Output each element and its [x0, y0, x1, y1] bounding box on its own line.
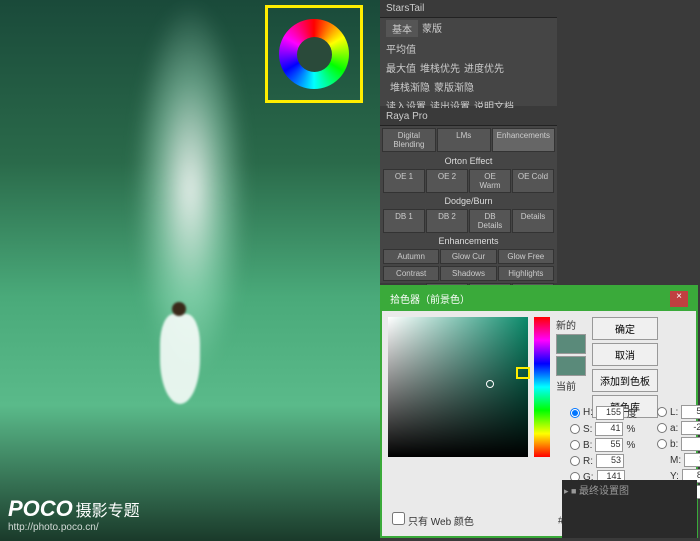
st-prog[interactable]: 进度优先	[464, 60, 504, 75]
hue-highlight	[516, 367, 530, 379]
b2-radio[interactable]	[657, 439, 667, 449]
watermark: POCO 摄影专题 http://photo.poco.cn/	[8, 496, 140, 533]
h-radio[interactable]	[570, 408, 580, 418]
st-sf[interactable]: 堆栈渐隐	[390, 79, 430, 94]
starstail-panel: StarsTail 基本 蒙版 平均值 最大值堆栈优先进度优先 堆栈渐隐蒙版渐隐…	[380, 0, 557, 106]
web-only-checkbox[interactable]	[392, 512, 405, 525]
rayapro-panel: Raya Pro Digital Blending LMs Enhancemen…	[380, 108, 557, 283]
tab-basic[interactable]: 基本	[386, 20, 418, 37]
a-radio[interactable]	[657, 423, 667, 433]
m-input[interactable]: 35	[684, 453, 700, 467]
new-label: 新的	[556, 317, 586, 332]
s-input[interactable]: 41	[595, 422, 623, 436]
web-label: 只有 Web 颜色	[408, 517, 474, 528]
b2-input[interactable]: 7	[681, 437, 700, 451]
st-stack[interactable]: 堆栈优先	[420, 60, 460, 75]
panel-title: Raya Pro	[380, 108, 557, 126]
st-max[interactable]: 最大值	[386, 60, 416, 75]
rp-section: Orton Effect	[380, 154, 557, 168]
close-icon[interactable]: ×	[670, 291, 688, 307]
det[interactable]: Details	[512, 209, 554, 233]
tab-mask[interactable]: 蒙版	[422, 20, 442, 37]
dialog-title: 拾色器（前景色）	[390, 291, 470, 307]
l-input[interactable]: 54	[681, 405, 700, 419]
panel-title: StarsTail	[380, 0, 557, 18]
add-swatch-button[interactable]: 添加到色板	[592, 369, 658, 392]
l-radio[interactable]	[657, 407, 667, 417]
hue-slider[interactable]	[534, 317, 550, 457]
subject-figure	[160, 314, 200, 404]
rp-section: Enhancements	[380, 234, 557, 248]
cancel-button[interactable]: 取消	[592, 343, 658, 366]
new-swatch	[556, 334, 586, 354]
rp-tab-lms[interactable]: LMs	[437, 128, 491, 152]
db1[interactable]: DB 1	[383, 209, 425, 233]
b-radio[interactable]	[570, 440, 580, 450]
sha[interactable]: Shadows	[440, 266, 496, 281]
rp-tab-enh[interactable]: Enhancements	[492, 128, 555, 152]
oe2[interactable]: OE 2	[426, 169, 468, 193]
st-avg[interactable]: 平均值	[386, 41, 416, 56]
rp-tab-db[interactable]: Digital Blending	[382, 128, 436, 152]
gc[interactable]: Glow Cur	[440, 249, 496, 264]
current-swatch	[556, 356, 586, 376]
s-radio[interactable]	[570, 424, 580, 434]
sv-gradient[interactable]	[388, 317, 528, 457]
color-wheel-overlay	[265, 5, 363, 103]
r-radio[interactable]	[570, 456, 580, 466]
b-input[interactable]: 55	[595, 438, 623, 452]
st-mf[interactable]: 蒙版渐隐	[434, 79, 474, 94]
oec[interactable]: OE Cold	[512, 169, 554, 193]
history-panel: ▸ ■ 最终设置图	[562, 480, 697, 538]
current-label: 当前	[556, 378, 586, 393]
oe1[interactable]: OE 1	[383, 169, 425, 193]
oew[interactable]: OE Warm	[469, 169, 511, 193]
h-input[interactable]: 155	[596, 406, 624, 420]
gf[interactable]: Glow Free	[498, 249, 554, 264]
dbd[interactable]: DB Details	[469, 209, 511, 233]
rp-section: Dodge/Burn	[380, 194, 557, 208]
canvas-preview: POCO 摄影专题 http://photo.poco.cn/	[0, 0, 380, 541]
aut[interactable]: Autumn	[383, 249, 439, 264]
a-input[interactable]: -24	[681, 421, 700, 435]
r-input[interactable]: 53	[596, 454, 624, 468]
ok-button[interactable]: 确定	[592, 317, 658, 340]
con[interactable]: Contrast	[383, 266, 439, 281]
hig[interactable]: Highlights	[498, 266, 554, 281]
color-cursor	[486, 380, 494, 388]
color-wheel-icon	[279, 19, 349, 89]
db2[interactable]: DB 2	[426, 209, 468, 233]
